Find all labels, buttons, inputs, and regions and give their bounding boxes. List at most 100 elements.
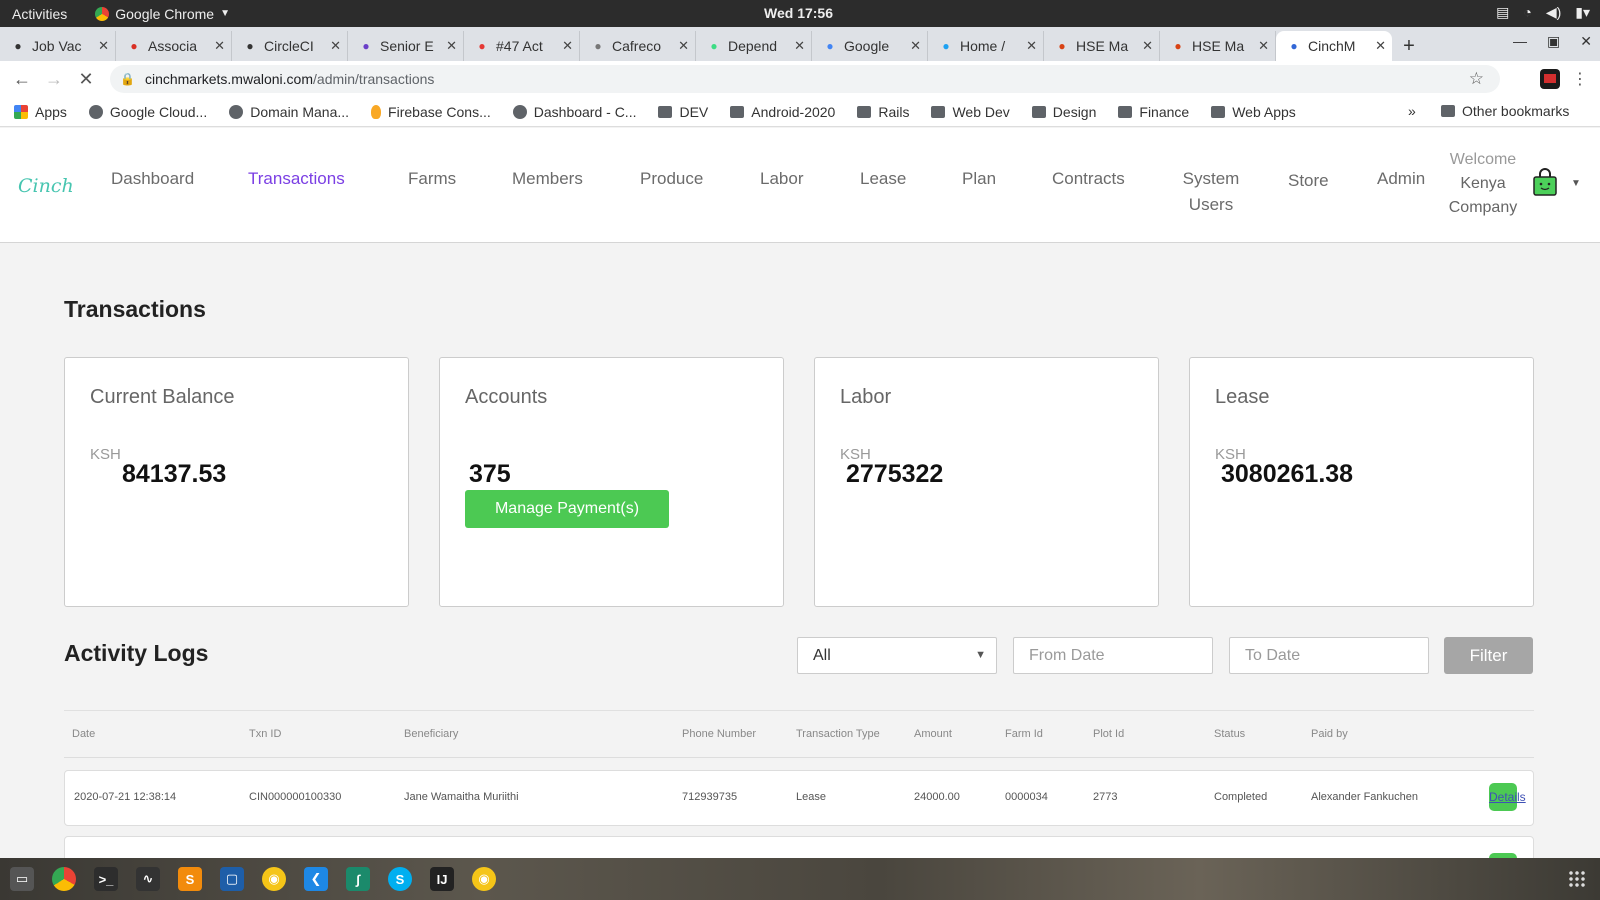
- user-menu-chevron-icon[interactable]: ▼: [1571, 178, 1581, 189]
- table-row-partial[interactable]: [64, 836, 1534, 858]
- tab-3[interactable]: ● CircleCI ✕: [232, 31, 348, 61]
- bookmark-item[interactable]: DEV: [658, 104, 708, 120]
- back-icon[interactable]: ←: [6, 69, 38, 90]
- tab-11[interactable]: ● HSE Ma ✕: [1160, 31, 1276, 61]
- wifi-icon[interactable]: ◔: [1523, 4, 1531, 21]
- bookmark-item[interactable]: Firebase Cons...: [371, 104, 491, 120]
- minimize-icon[interactable]: —: [1513, 33, 1527, 50]
- transaction-type-select[interactable]: All ▼: [797, 637, 997, 674]
- forward-icon[interactable]: →: [38, 69, 70, 90]
- tab-6[interactable]: ● Cafreco ✕: [580, 31, 696, 61]
- tab-2[interactable]: ● Associa ✕: [116, 31, 232, 61]
- terminal-icon[interactable]: >_: [94, 867, 118, 891]
- bookmarks-overflow-button[interactable]: »: [1408, 103, 1416, 119]
- nav-admin[interactable]: Admin: [1377, 166, 1425, 192]
- nav-plan[interactable]: Plan: [962, 166, 996, 192]
- details-link[interactable]: Details: [1489, 790, 1526, 804]
- bookmark-item[interactable]: Google Cloud...: [88, 104, 207, 120]
- bookmark-item[interactable]: Dashboard - C...: [512, 104, 636, 120]
- url-input[interactable]: 🔒 cinchmarkets.mwaloni.com/admin/transac…: [110, 65, 1500, 93]
- app-menu[interactable]: Google Chrome ▼: [95, 6, 230, 22]
- new-tab-icon[interactable]: +: [1392, 31, 1426, 61]
- close-tab-icon[interactable]: ✕: [678, 38, 689, 54]
- system-monitor-icon[interactable]: ∿: [136, 867, 160, 891]
- close-tab-icon[interactable]: ✕: [562, 38, 573, 54]
- nav-store[interactable]: Store: [1288, 168, 1329, 194]
- nav-produce[interactable]: Produce: [640, 166, 703, 192]
- bookmark-item[interactable]: Design: [1031, 104, 1096, 120]
- close-window-icon[interactable]: ✕: [1580, 33, 1592, 50]
- bookmark-star-icon[interactable]: ☆: [1469, 69, 1484, 89]
- details-button[interactable]: Details: [1489, 783, 1526, 811]
- battery-icon[interactable]: ▮▾: [1575, 4, 1590, 21]
- nav-farms[interactable]: Farms: [408, 166, 456, 192]
- bookmark-item[interactable]: Finance: [1118, 104, 1189, 120]
- column-header: Beneficiary: [404, 728, 459, 740]
- bookmark-item[interactable]: Domain Mana...: [229, 104, 349, 120]
- vscode-icon[interactable]: ❮: [304, 867, 328, 891]
- chevron-down-icon: ▼: [975, 649, 986, 661]
- from-date-input[interactable]: From Date: [1013, 637, 1213, 674]
- bookmark-item[interactable]: Apps: [14, 104, 67, 120]
- close-tab-icon[interactable]: ✕: [794, 38, 805, 54]
- shopping-bag-icon[interactable]: [1532, 168, 1558, 196]
- tab-12[interactable]: ● CinchM ✕: [1276, 31, 1392, 61]
- bookmark-item[interactable]: Rails: [857, 104, 909, 120]
- tab-1[interactable]: ● Job Vac ✕: [0, 31, 116, 61]
- tab-5[interactable]: ● #47 Act ✕: [464, 31, 580, 61]
- nav-dashboard[interactable]: Dashboard: [111, 166, 194, 192]
- close-tab-icon[interactable]: ✕: [98, 38, 109, 54]
- close-tab-icon[interactable]: ✕: [1375, 38, 1386, 54]
- tab-4[interactable]: ● Senior E ✕: [348, 31, 464, 61]
- table-row[interactable]: 2020-07-21 12:38:14 CIN000000100330 Jane…: [64, 770, 1534, 826]
- to-date-input[interactable]: To Date: [1229, 637, 1429, 674]
- navicat-icon[interactable]: ∫: [346, 867, 370, 891]
- tab-8[interactable]: ● Google ✕: [812, 31, 928, 61]
- tab-10[interactable]: ● HSE Ma ✕: [1044, 31, 1160, 61]
- chrome-icon[interactable]: [52, 867, 76, 891]
- stop-icon[interactable]: ✕: [70, 69, 102, 90]
- column-header: Phone Number: [682, 728, 756, 740]
- files-icon[interactable]: ▭: [10, 867, 34, 891]
- activities-button[interactable]: Activities: [12, 6, 67, 22]
- close-tab-icon[interactable]: ✕: [1258, 38, 1269, 54]
- nav-members[interactable]: Members: [512, 166, 583, 192]
- tab-9[interactable]: ● Home / ✕: [928, 31, 1044, 61]
- globe-icon: [229, 104, 244, 119]
- lock-icon[interactable]: 🔒: [120, 72, 135, 86]
- nav-contracts[interactable]: Contracts: [1052, 166, 1125, 192]
- close-tab-icon[interactable]: ✕: [214, 38, 225, 54]
- bookmark-item[interactable]: Web Apps: [1211, 104, 1296, 120]
- extension-icon[interactable]: [1540, 69, 1560, 89]
- bookmark-item[interactable]: Android-2020: [730, 104, 835, 120]
- chrome-canary-icon[interactable]: ◉: [472, 867, 496, 891]
- close-tab-icon[interactable]: ✕: [446, 38, 457, 54]
- system-tray[interactable]: ▤ ◔ ◀) ▮▾: [1496, 4, 1590, 21]
- show-apps-icon[interactable]: [1568, 870, 1586, 888]
- tab-7[interactable]: ● Depend ✕: [696, 31, 812, 61]
- skype-icon[interactable]: S: [388, 867, 412, 891]
- twitter-icon: ●: [942, 39, 950, 53]
- chrome-menu-icon[interactable]: ⋮: [1572, 69, 1588, 89]
- sublime-icon[interactable]: S: [178, 867, 202, 891]
- notes-icon[interactable]: ▤: [1496, 4, 1509, 21]
- filter-button[interactable]: Filter: [1444, 637, 1533, 674]
- chromium-dev-icon[interactable]: ◉: [262, 867, 286, 891]
- nav-system-users[interactable]: System Users: [1176, 166, 1246, 218]
- close-tab-icon[interactable]: ✕: [910, 38, 921, 54]
- maximize-icon[interactable]: ▣: [1547, 33, 1560, 50]
- volume-icon[interactable]: ◀): [1546, 4, 1561, 21]
- close-tab-icon[interactable]: ✕: [330, 38, 341, 54]
- close-tab-icon[interactable]: ✕: [1142, 38, 1153, 54]
- manage-payments-button[interactable]: Manage Payment(s): [465, 490, 669, 528]
- intellij-icon[interactable]: IJ: [430, 867, 454, 891]
- close-tab-icon[interactable]: ✕: [1026, 38, 1037, 54]
- cinch-logo[interactable]: Cinch: [18, 175, 74, 197]
- nav-labor[interactable]: Labor: [760, 166, 803, 192]
- nav-lease[interactable]: Lease: [860, 166, 906, 192]
- nav-transactions[interactable]: Transactions: [248, 166, 345, 192]
- other-bookmarks[interactable]: Other bookmarks: [1441, 103, 1569, 119]
- bookmark-item[interactable]: Web Dev: [931, 104, 1010, 120]
- clock[interactable]: Wed 17:56: [764, 5, 833, 21]
- virtualbox-icon[interactable]: ▢: [220, 867, 244, 891]
